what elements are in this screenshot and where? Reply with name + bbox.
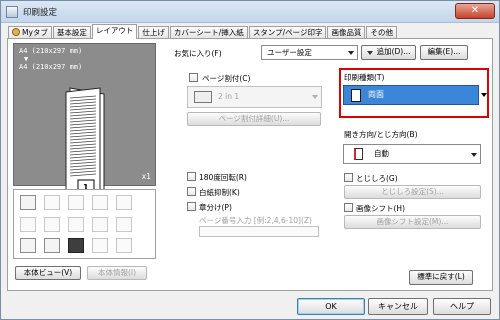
- close-button[interactable]: ✕: [455, 3, 495, 19]
- binding-page-icon: [354, 148, 363, 160]
- arrow-down-icon: [367, 51, 373, 55]
- favorites-select[interactable]: ユーザー設定: [261, 45, 358, 60]
- combine-checkbox[interactable]: [189, 73, 198, 82]
- printer-icon: [6, 6, 18, 18]
- edit-favorite-button[interactable]: 編集(E)...: [420, 45, 468, 60]
- booklet-icon[interactable]: [92, 195, 108, 210]
- help-button[interactable]: ヘルプ: [433, 298, 491, 315]
- tab-layout[interactable]: レイアウト: [91, 24, 138, 39]
- body-info-button[interactable]: 本体情報(I): [87, 266, 147, 280]
- chapters-input[interactable]: [199, 226, 319, 237]
- chevron-down-icon: [481, 93, 487, 97]
- image-shift-settings-button[interactable]: 画像シフト設定(M)...: [344, 215, 481, 229]
- rotate-180-checkbox[interactable]: [187, 172, 196, 181]
- title-bar: 印刷設定 ✕: [1, 1, 499, 23]
- combine-select[interactable]: 2 in 1: [187, 86, 322, 108]
- fold-icon[interactable]: [68, 195, 84, 210]
- favorites-label: お気に入り(F): [174, 49, 222, 58]
- text-icon[interactable]: [68, 217, 84, 232]
- image-shift-label: 画像シフト(H): [356, 204, 405, 213]
- duplex-page-icon: [351, 89, 361, 102]
- print-settings-dialog: 印刷設定 ✕ Myタブ 基本設定 レイアウト 仕上げ カバーシート/挿入紙 スタ…: [0, 0, 500, 320]
- skip-blank-label: 白紙抑制(K): [199, 188, 240, 197]
- chapters-checkbox[interactable]: [187, 202, 196, 211]
- tab-bar: Myタブ 基本設定 レイアウト 仕上げ カバーシート/挿入紙 スタンプ/ページ印…: [8, 24, 398, 39]
- function-icon-grid: [13, 189, 156, 259]
- page-preview: A4 (210x297 mm) ▼ A4 (210x297 mm) 1 x1: [13, 43, 156, 201]
- printer-settings-icon[interactable]: [20, 195, 36, 210]
- skip-blank-checkbox[interactable]: [187, 187, 196, 196]
- staple-icon[interactable]: [44, 195, 60, 210]
- restore-defaults-button[interactable]: 標準に戻す(L): [409, 270, 473, 285]
- punch-icon[interactable]: [116, 195, 132, 210]
- insert-icon[interactable]: [92, 217, 108, 232]
- paper-size-label: A4 (210x297 mm) ▼ A4 (210x297 mm): [19, 47, 83, 71]
- print-type-select[interactable]: 両面: [343, 85, 487, 105]
- cancel-button[interactable]: キャンセル: [368, 298, 428, 315]
- margin-label: とじしろ(G): [356, 174, 398, 183]
- binding-label: 開き方向/とじ方向(B): [344, 130, 418, 139]
- account-icon[interactable]: [44, 238, 60, 253]
- combine-label: ページ割付(C): [202, 74, 251, 83]
- watermark-icon[interactable]: [116, 238, 132, 253]
- overlay-icon[interactable]: [92, 238, 108, 253]
- combine-detail-button[interactable]: ページ割付詳細(U)...: [187, 112, 321, 126]
- ok-button[interactable]: OK: [297, 298, 365, 315]
- collate-icon[interactable]: [44, 217, 60, 232]
- body-view-button[interactable]: 本体ビュー(V): [15, 266, 81, 280]
- chapters-hint: ページ番号入力 [例:2,4,6-10](Z): [199, 216, 312, 225]
- image-shift-checkbox[interactable]: [344, 203, 353, 212]
- chevron-down-icon: [348, 51, 354, 55]
- window-title: 印刷設定: [23, 8, 58, 18]
- two-in-one-icon: [194, 91, 212, 103]
- chapters-label: 章分け(P): [199, 203, 232, 212]
- copies-label: x1: [141, 172, 151, 181]
- margin-settings-button[interactable]: とじしろ設定(S)...: [344, 185, 481, 199]
- document-icon[interactable]: [20, 238, 36, 253]
- add-favorite-button[interactable]: 追加(D)...: [361, 45, 416, 60]
- user-auth-icon[interactable]: [68, 238, 84, 253]
- copy-icon[interactable]: [20, 217, 36, 232]
- user-icon: [12, 28, 20, 36]
- binding-select[interactable]: 自動: [343, 144, 481, 164]
- rotate-180-label: 180度回転(R): [199, 173, 247, 182]
- margin-checkbox[interactable]: [344, 173, 353, 182]
- tray-icon[interactable]: [116, 217, 132, 232]
